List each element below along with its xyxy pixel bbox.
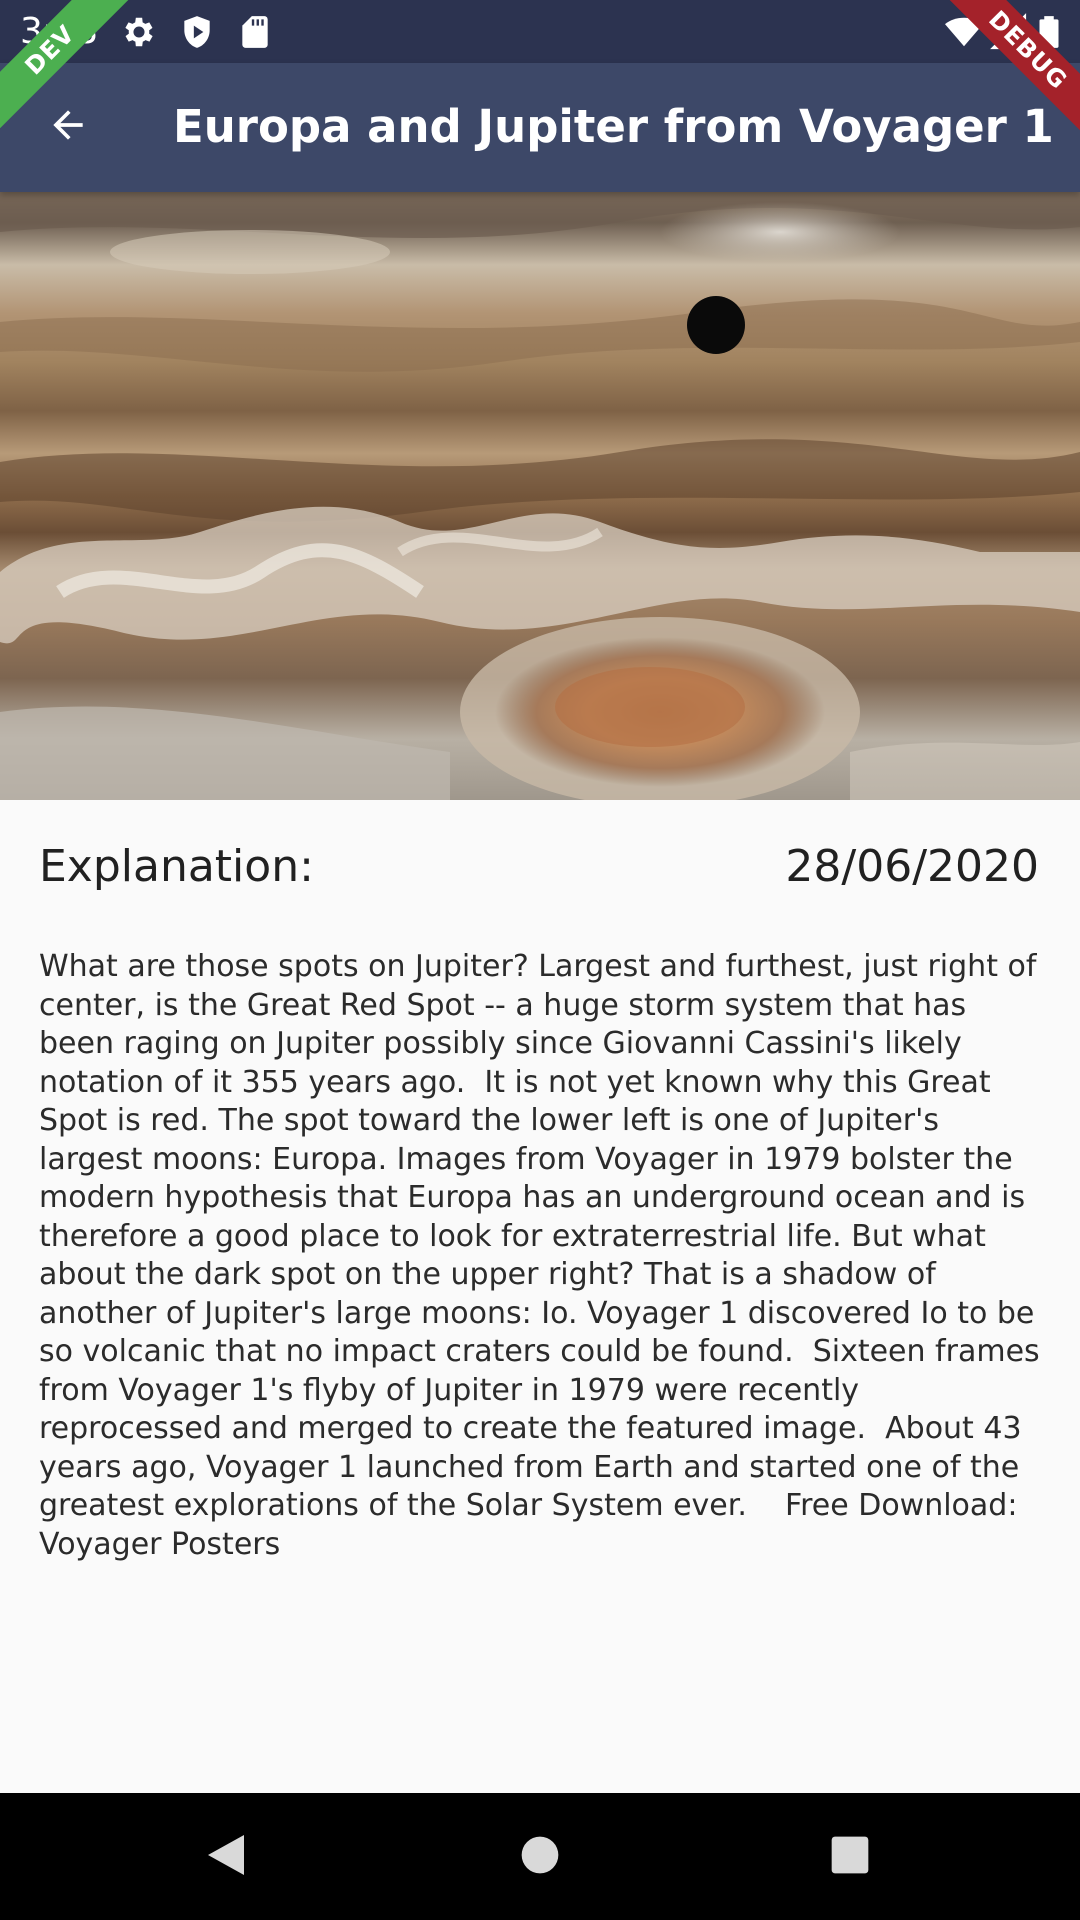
shield-play-icon [178,13,216,51]
nav-home-icon [520,1835,560,1880]
status-bar: 3:48 [0,0,1080,63]
explanation-heading: Explanation: [39,841,314,892]
arrow-back-icon [46,103,90,152]
app-bar: Europa and Jupiter from Voyager 1 [0,63,1080,192]
sd-card-icon [236,13,274,51]
jupiter-image [0,192,1080,800]
date-label: 28/06/2020 [785,841,1039,892]
nav-back-button[interactable] [194,1825,258,1889]
settings-icon [120,13,158,51]
apod-detail-screen: 3:48 DEV DEBUG Europa and Jupiter from V… [0,0,1080,1920]
page-title: Europa and Jupiter from Voyager 1 [173,100,1054,153]
system-nav-bar [0,1793,1080,1920]
nav-back-icon [204,1831,248,1884]
explanation-text: What are those spots on Jupiter? Largest… [39,949,1050,1562]
nav-recents-icon [830,1835,870,1880]
nav-recents-button[interactable] [818,1825,882,1889]
back-button[interactable] [28,87,108,167]
nav-home-button[interactable] [508,1825,572,1889]
apod-image[interactable] [0,192,1080,800]
